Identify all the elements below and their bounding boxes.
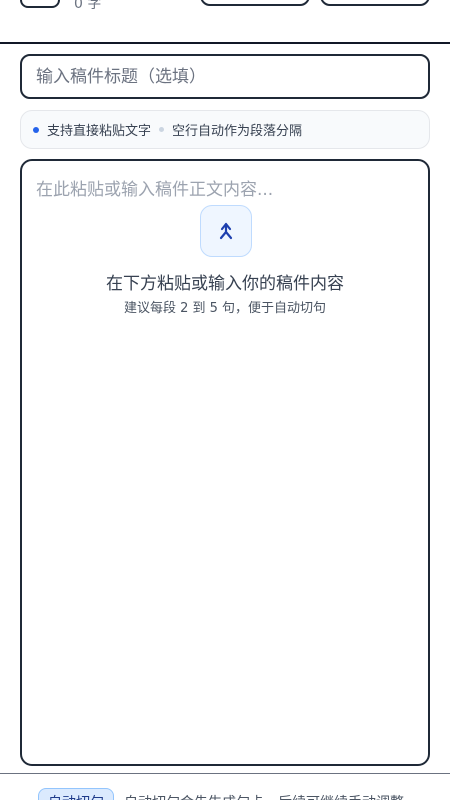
page: 0 字 支持直接粘贴文字 空行自动作为段落分隔 在下方粘贴或输入你的稿件内容 建… [0,0,450,800]
title-input[interactable] [20,54,430,99]
tip-separator-icon [159,127,165,132]
tips-strip: 支持直接粘贴文字 空行自动作为段落分隔 [20,110,430,149]
footer-bar: 自动切句 自动切句会先生成句卡，后续可继续手动调整 [0,774,450,800]
auto-split-note: 自动切句会先生成句卡，后续可继续手动调整 [124,792,404,800]
header-divider [0,42,450,44]
toolbar-button-secondary[interactable] [320,0,430,6]
empty-state-hint: 建议每段 2 到 5 句，便于自动切句 [123,301,327,316]
tip-paragraph: 空行自动作为段落分隔 [172,124,303,139]
back-button[interactable] [20,0,60,8]
top-bar: 0 字 [0,0,450,44]
paste-arrow-icon [200,205,252,257]
tip-paste: 支持直接粘贴文字 [47,124,152,139]
toolbar-button-primary[interactable] [200,0,310,6]
body-editor: 在下方粘贴或输入你的稿件内容 建议每段 2 到 5 句，便于自动切句 [20,159,430,766]
empty-state-title: 在下方粘贴或输入你的稿件内容 [106,274,344,294]
auto-split-button[interactable]: 自动切句 [38,788,114,800]
tip-bullet-icon [33,126,39,133]
char-count: 0 字 [74,0,102,12]
